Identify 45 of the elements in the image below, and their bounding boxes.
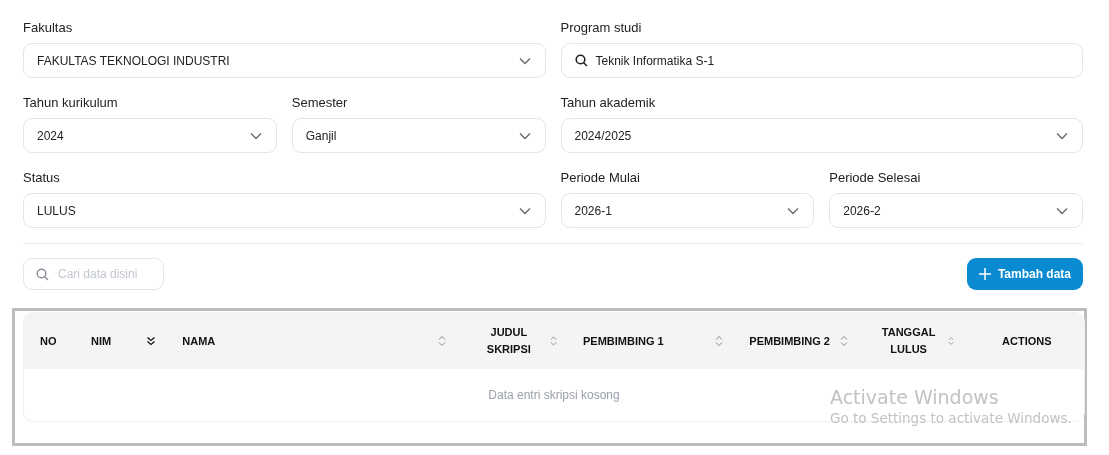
- select-field[interactable]: 2024/2025: [560, 118, 1083, 153]
- search-icon: [36, 268, 49, 281]
- search-field[interactable]: Cari data disini: [23, 258, 164, 290]
- chevron-down-icon: [518, 206, 531, 215]
- chevron-down-icon: [518, 131, 531, 140]
- field-label: Program studi: [560, 20, 643, 36]
- select-field[interactable]: 2026-2: [829, 193, 1083, 228]
- column-header: PEMBIMBING 2: [749, 333, 830, 349]
- column-header: NO: [40, 333, 57, 349]
- column-header: TANGGAL LULUS: [880, 325, 937, 357]
- activation-notice-title: Activate Windows: [830, 386, 1000, 408]
- field-label: Tahun akademik: [560, 95, 657, 111]
- add-data-button[interactable]: Tambah data: [966, 258, 1083, 290]
- chevron-down-icon: [249, 131, 262, 140]
- plus-icon: [978, 268, 991, 280]
- column-header: NIM: [91, 333, 112, 349]
- column-header: JUDUL SKRIPSI: [485, 325, 532, 357]
- chevron-down-icon: [1056, 131, 1068, 140]
- double-chevron-down-icon[interactable]: [146, 336, 157, 346]
- column-header: NAMA: [182, 333, 216, 349]
- field-label: Tahun kurikulum: [23, 95, 119, 111]
- chevron-down-icon: [787, 206, 800, 215]
- field-label: Semester: [291, 95, 349, 111]
- activation-notice-text: Go to Settings to activate Windows.: [830, 409, 1072, 428]
- field-label: Periode Selesai: [829, 170, 922, 186]
- empty-message: Data entri skripsi kosong: [488, 388, 620, 402]
- sort-icon[interactable]: [549, 335, 557, 347]
- select-field[interactable]: LULUS: [23, 193, 546, 228]
- search-field[interactable]: Teknik Informatika S-1: [560, 43, 1083, 78]
- field-label: Status: [23, 170, 61, 186]
- sort-icon[interactable]: [839, 335, 848, 347]
- sort-icon[interactable]: [437, 335, 446, 347]
- select-field[interactable]: 2024: [23, 118, 277, 153]
- sort-icon[interactable]: [947, 335, 954, 347]
- select-field[interactable]: FAKULTAS TEKNOLOGI INDUSTRI: [23, 43, 546, 78]
- field-label: Fakultas: [23, 20, 74, 36]
- sort-icon[interactable]: [715, 335, 724, 347]
- search-icon: [574, 54, 588, 67]
- chevron-down-icon: [1056, 206, 1068, 215]
- select-field[interactable]: 2026-1: [560, 193, 815, 228]
- select-field[interactable]: Ganjil: [291, 118, 546, 153]
- column-header: ACTIONS: [1002, 333, 1052, 349]
- chevron-down-icon: [518, 56, 531, 65]
- field-label: Periode Mulai: [560, 170, 641, 186]
- column-header: PEMBIMBING 1: [583, 333, 664, 349]
